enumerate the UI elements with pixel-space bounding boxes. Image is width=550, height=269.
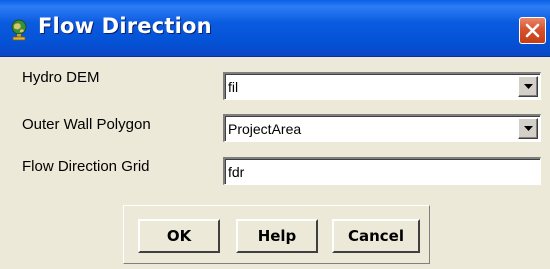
chevron-down-icon (524, 84, 533, 89)
button-panel: OK Help Cancel (123, 205, 430, 264)
globe-gear-icon (11, 19, 27, 41)
flow-direction-grid-input[interactable]: fdr (223, 157, 541, 185)
hydro-dem-value: fil (228, 79, 239, 95)
hydro-dem-dropdown[interactable]: fil (223, 72, 541, 100)
flow-direction-dialog: Flow Direction Hydro DEM fil Outer Wall … (0, 0, 550, 269)
help-button[interactable]: Help (236, 219, 318, 253)
close-button[interactable] (519, 17, 546, 44)
close-icon (525, 23, 540, 38)
outer-wall-polygon-value: ProjectArea (228, 121, 302, 137)
hydro-dem-dropdown-button[interactable] (518, 76, 538, 97)
title-bar[interactable]: Flow Direction (0, 0, 550, 57)
flow-direction-grid-label: Flow Direction Grid (22, 158, 150, 175)
outer-wall-polygon-dropdown[interactable]: ProjectArea (223, 114, 541, 142)
outer-wall-polygon-dropdown-button[interactable] (518, 118, 538, 139)
ok-button[interactable]: OK (138, 219, 220, 253)
outer-wall-polygon-label: Outer Wall Polygon (22, 116, 151, 133)
flow-direction-grid-value: fdr (228, 164, 245, 180)
dialog-title: Flow Direction (38, 14, 212, 38)
chevron-down-icon (524, 126, 533, 131)
cancel-button[interactable]: Cancel (332, 219, 420, 253)
hydro-dem-label: Hydro DEM (22, 69, 100, 86)
